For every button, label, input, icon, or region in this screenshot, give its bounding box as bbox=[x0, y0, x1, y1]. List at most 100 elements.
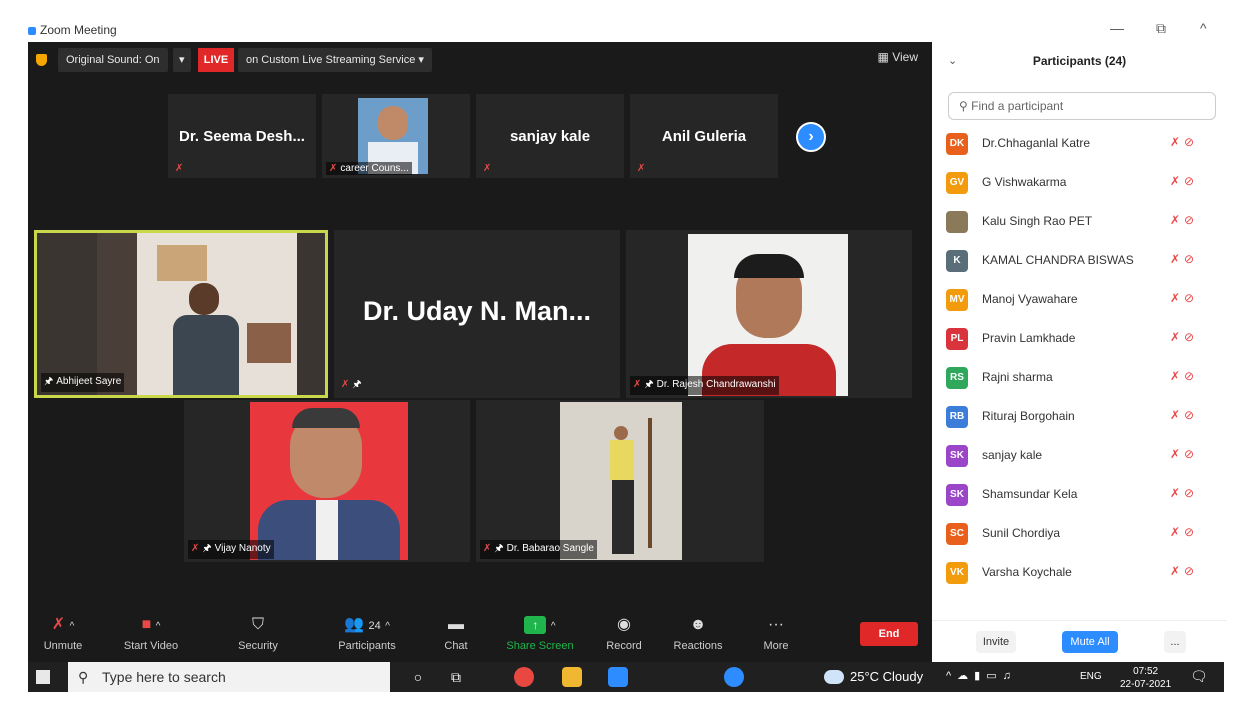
meeting-toolbar: ✗ ^ Unmute ■ ^ Start Video ⛉ Security 👥 … bbox=[28, 610, 932, 662]
list-item[interactable]: GV G Vishwakarma ✗⊘ bbox=[932, 163, 1227, 202]
window-title: Zoom Meeting bbox=[40, 23, 117, 37]
more-button[interactable]: ··· More bbox=[756, 610, 796, 662]
chat-icon: ▬ bbox=[448, 616, 464, 633]
shield-icon[interactable] bbox=[36, 54, 47, 66]
original-sound-toggle[interactable]: Original Sound: On bbox=[58, 48, 168, 72]
strip-tile[interactable]: ✗ career Couns... bbox=[322, 94, 470, 178]
security-label: Security bbox=[238, 640, 278, 652]
zoom-window: Zoom Meeting — ⧉ ^ Original Sound: On ▾ … bbox=[0, 0, 1244, 704]
video-tile[interactable]: ✗ 🖈 Vijay Nanoty bbox=[184, 400, 470, 562]
list-item[interactable]: MV Manoj Vyawahare ✗⊘ bbox=[932, 280, 1227, 319]
participant-name: Sunil Chordiya bbox=[982, 526, 1061, 540]
list-item[interactable]: DK Dr.Chhaganlal Katre ✗⊘ bbox=[932, 124, 1227, 163]
list-item[interactable]: VK Varsha Koychale ✗⊘ bbox=[932, 553, 1227, 592]
clock-time: 07:52 bbox=[1133, 666, 1159, 677]
muted-mic-icon: ✗ bbox=[483, 543, 492, 554]
avatar: SK bbox=[946, 445, 968, 467]
tile-label: 🖈 Abhijeet Sayre bbox=[41, 373, 125, 392]
participant-name: Varsha Koychale bbox=[982, 565, 1072, 579]
collapse-button[interactable]: ^ bbox=[1200, 20, 1207, 36]
avatar: SC bbox=[946, 523, 968, 545]
system-tray-icons[interactable]: ^☁▮▭♫ bbox=[946, 669, 1017, 682]
tile-label: ✗ 🖈 Vijay Nanoty bbox=[188, 540, 274, 559]
streaming-label: on Custom Live Streaming Service bbox=[246, 54, 416, 66]
windows-taskbar: ⚲ Type here to search ○ ⧉ 25°C Cloudy ^☁▮… bbox=[28, 662, 1224, 692]
strip-tile[interactable]: Anil Guleria ✗ bbox=[630, 94, 778, 178]
strip-tile[interactable]: sanjay kale ✗ bbox=[476, 94, 624, 178]
participant-name: Shamsundar Kela bbox=[982, 487, 1078, 501]
participants-button[interactable]: 👥 24 ^ Participants bbox=[322, 610, 412, 662]
taskbar-search-input[interactable]: ⚲ Type here to search bbox=[68, 662, 390, 692]
meeting-topbar: Original Sound: On ▾ LIVE on Custom Live… bbox=[28, 42, 932, 78]
avatar: SK bbox=[946, 484, 968, 506]
windows-start-icon[interactable] bbox=[36, 670, 50, 684]
chat-button[interactable]: ▬ Chat bbox=[436, 610, 476, 662]
participant-video bbox=[560, 402, 682, 560]
sound-dropdown[interactable]: ▾ bbox=[173, 48, 191, 72]
avatar: DK bbox=[946, 133, 968, 155]
list-item[interactable]: Kalu Singh Rao PET ✗⊘ bbox=[932, 202, 1227, 241]
avatar: MV bbox=[946, 289, 968, 311]
video-off-icon: ■ ^ bbox=[141, 616, 161, 633]
file-explorer-icon[interactable] bbox=[562, 667, 582, 687]
restore-button[interactable]: ⧉ bbox=[1156, 20, 1166, 37]
cortana-icon[interactable]: ○ bbox=[408, 667, 428, 687]
panel-more-button[interactable]: ... bbox=[1164, 631, 1186, 653]
muted-status-icon: ✗⊘ bbox=[1170, 408, 1199, 422]
share-screen-label: Share Screen bbox=[506, 640, 574, 652]
list-item[interactable]: RS Rajni sharma ✗⊘ bbox=[932, 358, 1227, 397]
language-indicator[interactable]: ENG bbox=[1080, 671, 1102, 682]
grid-icon: ▦ bbox=[877, 50, 893, 64]
streaming-dropdown[interactable]: on Custom Live Streaming Service ▾ bbox=[238, 48, 432, 72]
share-screen-button[interactable]: ↑ ^ Share Screen bbox=[502, 610, 578, 662]
weather-text[interactable]: 25°C Cloudy bbox=[850, 669, 923, 684]
list-item[interactable]: SK sanjay kale ✗⊘ bbox=[932, 436, 1227, 475]
next-page-arrow-icon[interactable]: › bbox=[796, 122, 826, 152]
more-label: More bbox=[763, 640, 789, 652]
pin-icon: 🖈 bbox=[352, 379, 362, 390]
participant-name: sanjay kale bbox=[982, 448, 1043, 462]
invite-button[interactable]: Invite bbox=[976, 631, 1016, 653]
avatar bbox=[946, 211, 968, 233]
zoom-logo-icon bbox=[28, 27, 36, 35]
list-item[interactable]: RB Rituraj Borgohain ✗⊘ bbox=[932, 397, 1227, 436]
notification-icon[interactable]: 🗨 bbox=[1190, 668, 1208, 685]
zoom-taskbar-icon[interactable] bbox=[608, 667, 628, 687]
end-button[interactable]: End bbox=[860, 622, 918, 646]
avatar: RS bbox=[946, 367, 968, 389]
muted-mic-icon: ✗ bbox=[483, 163, 492, 174]
participant-name: Kalu Singh Rao PET bbox=[982, 214, 1093, 228]
participant-name: Pravin Lamkhade bbox=[982, 331, 1076, 345]
help-icon[interactable] bbox=[724, 667, 744, 687]
muted-status-icon: ✗⊘ bbox=[1170, 291, 1199, 305]
record-button[interactable]: ◉ Record bbox=[602, 610, 646, 662]
video-tile[interactable]: ✗ 🖈 Dr. Babarao Sangle bbox=[476, 400, 764, 562]
start-video-button[interactable]: ■ ^ Start Video bbox=[114, 610, 188, 662]
muted-status-icon: ✗⊘ bbox=[1170, 135, 1199, 149]
list-item[interactable]: SK Shamsundar Kela ✗⊘ bbox=[932, 475, 1227, 514]
list-item[interactable]: K KAMAL CHANDRA BISWAS ✗⊘ bbox=[932, 241, 1227, 280]
task-view-icon[interactable]: ⧉ bbox=[446, 667, 466, 687]
view-button[interactable]: ▦ View bbox=[878, 50, 918, 64]
chrome-icon[interactable] bbox=[514, 667, 534, 687]
muted-status-icon: ✗⊘ bbox=[1170, 486, 1199, 500]
pin-icon: 🖈 bbox=[202, 543, 212, 554]
list-item[interactable]: PL Pravin Lamkhade ✗⊘ bbox=[932, 319, 1227, 358]
mute-all-button[interactable]: Mute All bbox=[1062, 631, 1118, 653]
minimize-button[interactable]: — bbox=[1110, 20, 1124, 36]
security-button[interactable]: ⛉ Security bbox=[228, 610, 288, 662]
video-tile[interactable]: Dr. Uday N. Man... ✗ 🖈 bbox=[334, 230, 620, 398]
avatar: VK bbox=[946, 562, 968, 584]
video-area: Original Sound: On ▾ LIVE on Custom Live… bbox=[28, 42, 932, 662]
active-speaker-tile[interactable]: 🖈 Abhijeet Sayre bbox=[34, 230, 328, 398]
taskbar-clock[interactable]: 07:52 22-07-2021 bbox=[1120, 665, 1171, 691]
avatar: K bbox=[946, 250, 968, 272]
avatar: GV bbox=[946, 172, 968, 194]
strip-tile[interactable]: Dr. Seema Desh... ✗ bbox=[168, 94, 316, 178]
participants-label: Participants bbox=[338, 640, 396, 652]
search-input[interactable]: ⚲ Find a participant bbox=[948, 92, 1216, 120]
unmute-button[interactable]: ✗ ^ Unmute bbox=[36, 610, 90, 662]
video-tile[interactable]: ✗ 🖈 Dr. Rajesh Chandrawanshi bbox=[626, 230, 912, 398]
list-item[interactable]: SC Sunil Chordiya ✗⊘ bbox=[932, 514, 1227, 553]
reactions-button[interactable]: ☻ Reactions bbox=[668, 610, 728, 662]
